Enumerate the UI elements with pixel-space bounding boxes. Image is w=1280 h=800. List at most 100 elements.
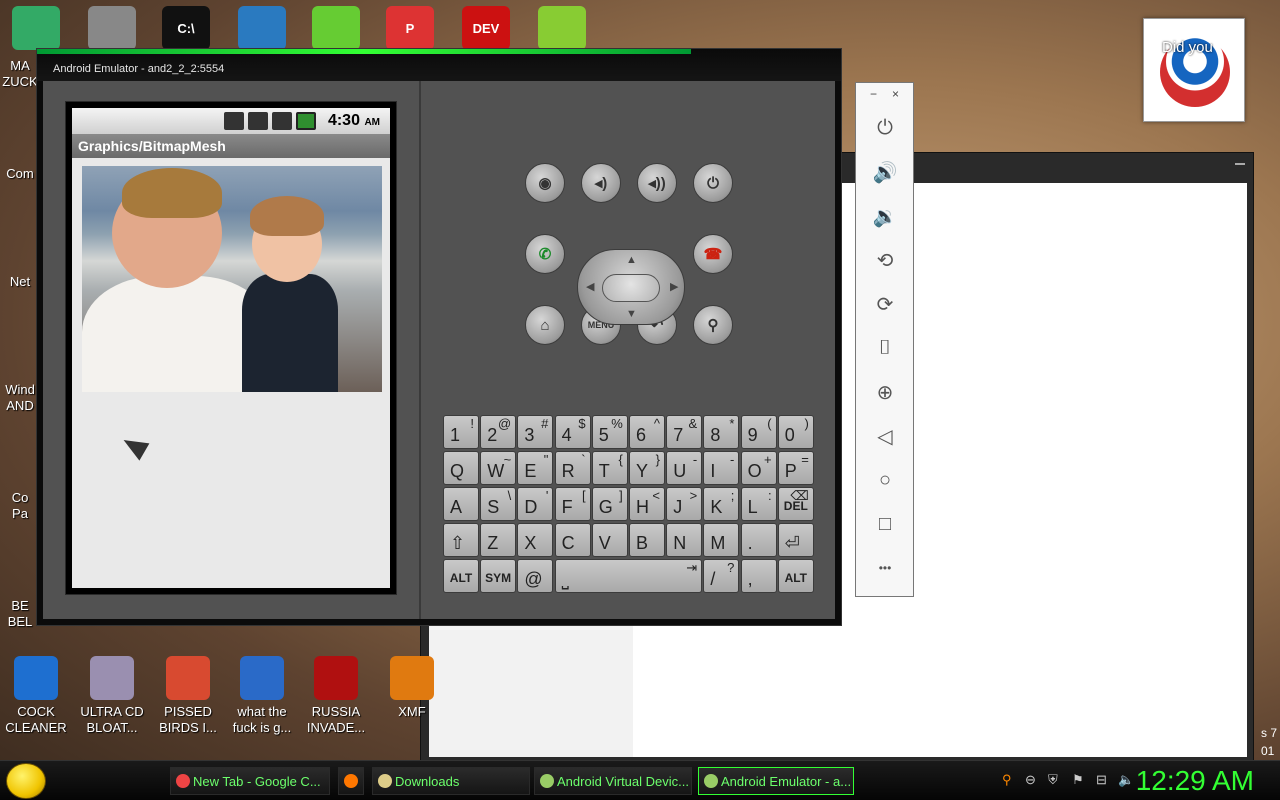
taskbar-button[interactable] (338, 767, 364, 795)
minimize-icon[interactable] (1235, 163, 1245, 165)
android-icon[interactable] (538, 6, 586, 50)
emulator-window[interactable]: Android Emulator - and2_2_2:5554 4:30 AM… (36, 48, 842, 626)
search-button[interactable]: ⚲ (693, 305, 733, 345)
key-g[interactable]: G] (591, 487, 628, 521)
key-s[interactable]: S \ (480, 487, 517, 521)
more-icon[interactable]: ••• (866, 553, 904, 583)
search-icon[interactable]: ⚲ (1002, 772, 1018, 788)
desktop-icon[interactable]: COCK CLEANER (0, 656, 76, 736)
papers-icon[interactable] (88, 6, 136, 50)
key-z[interactable]: Z (480, 523, 517, 557)
dpad-left-icon[interactable]: ◀ (586, 280, 594, 293)
rotate-left-icon[interactable]: ⟲ (866, 245, 904, 275)
key-f[interactable]: F[ (554, 487, 591, 521)
key-q[interactable]: Q (443, 451, 479, 485)
key-@[interactable]: @ (517, 559, 554, 593)
key-sym[interactable]: SYM (480, 559, 517, 593)
key-k[interactable]: K; (703, 487, 740, 521)
key-d[interactable]: D ' (517, 487, 554, 521)
desktop-icon-label[interactable]: Com (0, 166, 40, 182)
flag-icon[interactable]: ⚑ (1072, 772, 1088, 788)
desktop-icon-label[interactable]: Wind AND (0, 382, 40, 414)
p-icon[interactable]: P (386, 6, 434, 50)
dpad-down-icon[interactable]: ▼ (626, 308, 637, 320)
desktop-icon[interactable]: ULTRA CD BLOAT... (72, 656, 152, 736)
key-r[interactable]: R ` (554, 451, 591, 485)
key-,[interactable]: , (740, 559, 777, 593)
key-u[interactable]: U- (666, 451, 703, 485)
zoom-icon[interactable]: ⊕ (866, 377, 904, 407)
key-x[interactable]: X (517, 523, 554, 557)
key-8[interactable]: 8 * (703, 415, 740, 449)
camera-button[interactable]: ◉ (525, 163, 565, 203)
desktop-icon[interactable]: what the fuck is g... (222, 656, 302, 736)
key-a[interactable]: A (443, 487, 479, 521)
key-⏎[interactable]: ⏎ (777, 523, 814, 557)
phone-screen[interactable]: 4:30 AM Graphics/BitmapMesh (65, 101, 397, 595)
key-o[interactable]: O + (740, 451, 777, 485)
end-call-button[interactable]: ☎ (693, 234, 733, 274)
volume-down-icon[interactable]: 🔉 (866, 201, 904, 231)
key-5[interactable]: 5% (591, 415, 628, 449)
key-2[interactable]: 2 @ (480, 415, 517, 449)
bitmap-image[interactable] (82, 166, 382, 392)
key-6[interactable]: 6 ^ (629, 415, 665, 449)
dev-cpp-icon[interactable]: DEV (462, 6, 510, 50)
desktop-icon[interactable]: PISSED BIRDS I... (148, 656, 228, 736)
power-icon[interactable]: ⏻ (866, 113, 904, 143)
key-e[interactable]: E " (517, 451, 554, 485)
screenshot-icon[interactable]: ⌷ (866, 333, 904, 363)
desktop-icon-label[interactable]: Net (0, 274, 40, 290)
key-9[interactable]: 9( (740, 415, 777, 449)
back-icon[interactable]: ◁ (866, 421, 904, 451)
volume-up-button[interactable]: ◂)) (637, 163, 677, 203)
home-button[interactable]: ⌂ (525, 305, 565, 345)
key-l[interactable]: L: (740, 487, 777, 521)
volume-down-button[interactable]: ◂) (581, 163, 621, 203)
key-m[interactable]: M (703, 523, 740, 557)
tray-icon[interactable]: ⊖ (1025, 772, 1041, 788)
app-content[interactable] (72, 158, 390, 588)
desktop-icon-label[interactable]: BE BEL (0, 598, 40, 630)
network-tray-icon[interactable]: ⊟ (1096, 772, 1112, 788)
key-del[interactable]: DEL ⌫ (777, 487, 814, 521)
start-button[interactable] (6, 763, 46, 799)
minimize-button[interactable]: − (870, 87, 877, 101)
key-7[interactable]: 7 & (666, 415, 703, 449)
key-/[interactable]: /? (703, 559, 740, 593)
taskbar-button[interactable]: Android Emulator - a... (698, 767, 854, 795)
key-j[interactable]: J > (666, 487, 703, 521)
home-icon[interactable]: ○ (866, 465, 904, 495)
key-.[interactable]: . (740, 523, 777, 557)
key-0[interactable]: 0) (777, 415, 814, 449)
dpad[interactable]: ▲ ▼ ◀ ▶ (577, 249, 685, 325)
taskbar-button[interactable]: Downloads (372, 767, 530, 795)
key-i[interactable]: I- (703, 451, 740, 485)
call-button[interactable]: ✆ (525, 234, 565, 274)
key-h[interactable]: H < (629, 487, 665, 521)
desktop-icon-label[interactable]: MA ZUCK (0, 58, 40, 90)
dpad-up-icon[interactable]: ▲ (626, 254, 637, 266)
key-␣[interactable]: ⎵ ⇥ (554, 559, 703, 593)
rotate-right-icon[interactable]: ⟳ (866, 289, 904, 319)
taskbar-button[interactable]: New Tab - Google C... (170, 767, 330, 795)
close-button[interactable]: × (892, 87, 899, 101)
key-w[interactable]: W ~ (480, 451, 517, 485)
desktop-icon[interactable]: RUSSIA INVADE... (296, 656, 376, 736)
bad-piggies-icon[interactable] (312, 6, 360, 50)
key-b[interactable]: B (629, 523, 665, 557)
volume-up-icon[interactable]: 🔊 (866, 157, 904, 187)
dpad-right-icon[interactable]: ▶ (670, 280, 678, 293)
power-button[interactable]: ⏻ (693, 163, 733, 203)
taskbar-clock[interactable]: 12:29 AM (1136, 765, 1254, 797)
desktop-icon-label[interactable]: Co Pa (0, 490, 40, 522)
key-c[interactable]: C (554, 523, 591, 557)
dpad-center-button[interactable] (602, 274, 660, 302)
key-3[interactable]: 3 # (517, 415, 554, 449)
volume-icon[interactable]: 🔈 (1118, 772, 1134, 788)
shield-icon[interactable]: ⛨ (1048, 772, 1064, 788)
key-n[interactable]: N (666, 523, 703, 557)
key-alt[interactable]: ALT (777, 559, 814, 593)
key-alt[interactable]: ALT (443, 559, 479, 593)
key-v[interactable]: V (591, 523, 628, 557)
